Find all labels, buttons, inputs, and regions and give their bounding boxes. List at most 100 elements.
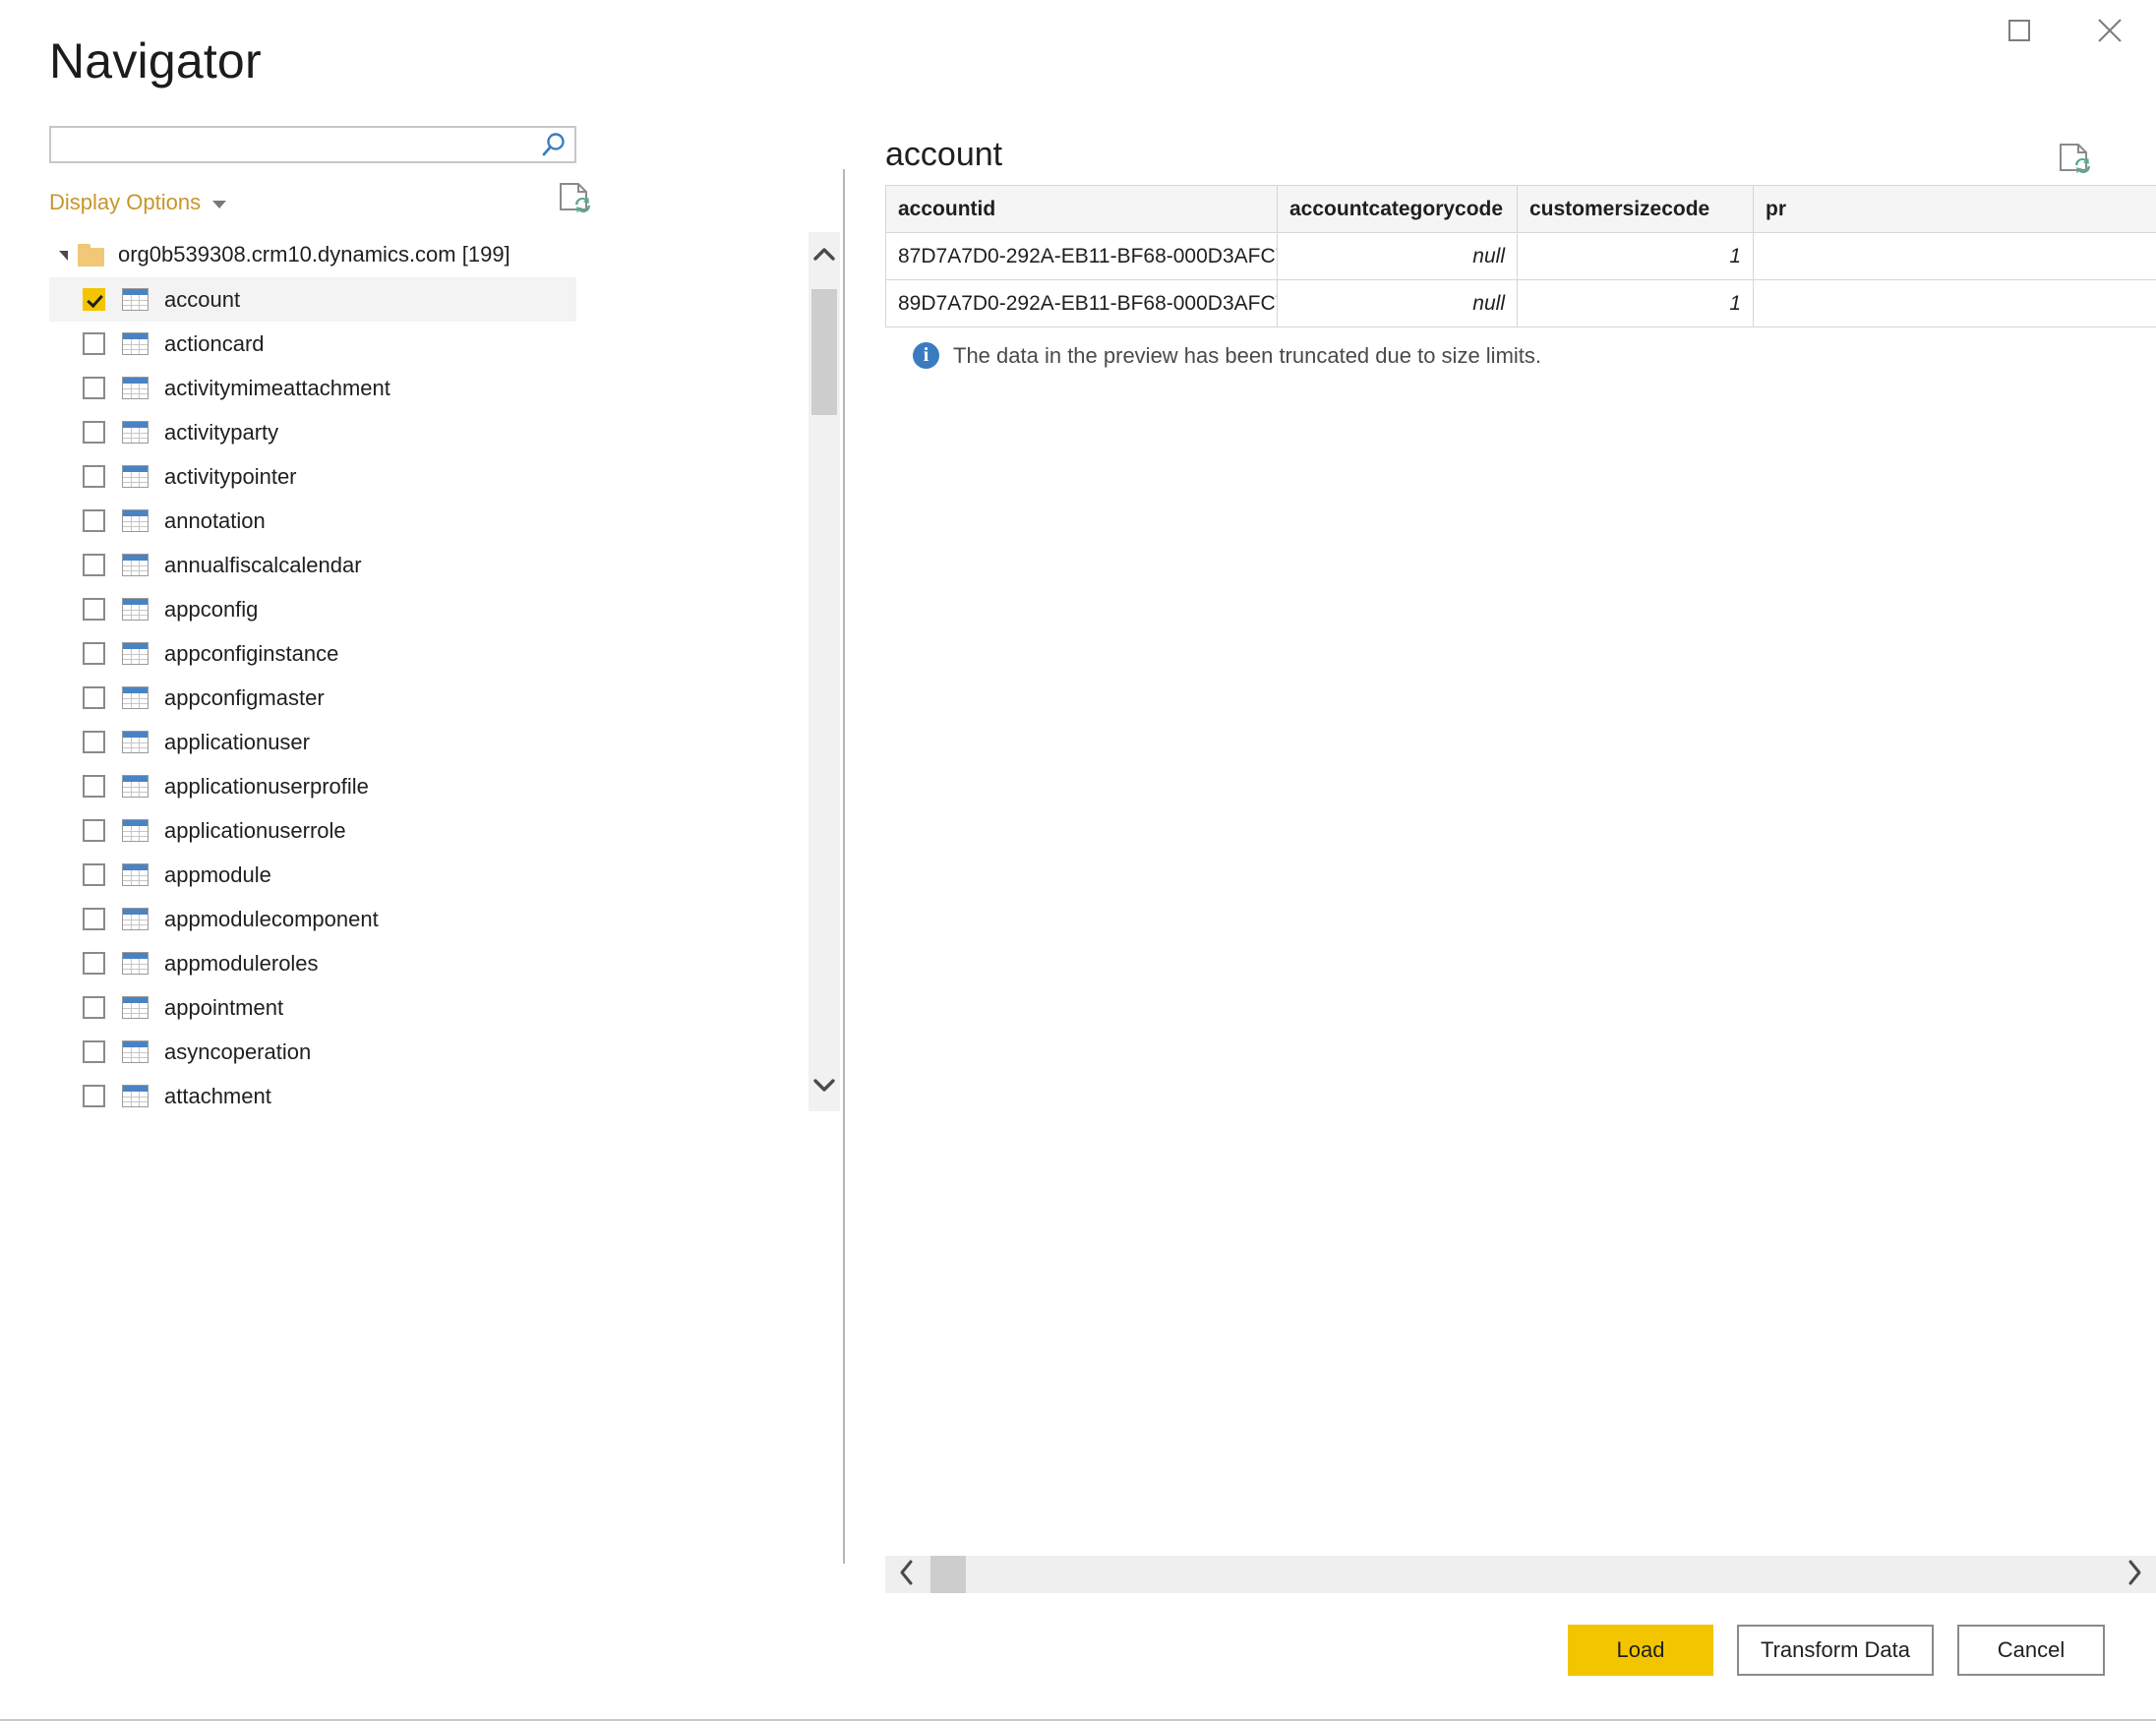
refresh-preview-icon-left[interactable] (553, 179, 596, 222)
checkbox-checked-icon[interactable] (83, 288, 105, 311)
tree-item[interactable]: annualfiscalcalendar (49, 543, 576, 587)
hscrollbar-thumb[interactable] (930, 1556, 966, 1593)
tree-item[interactable]: applicationuser (49, 720, 576, 764)
tree-item[interactable]: appointment (49, 985, 576, 1030)
window-controls (1987, 0, 2142, 61)
tree-item-label: actioncard (164, 330, 265, 356)
footer-button-group: Load Transform Data Cancel (1567, 1625, 2105, 1676)
tree-item-label: appmodulecomponent (164, 906, 379, 931)
column-header-accountid[interactable]: accountid (885, 185, 1278, 233)
cancel-button[interactable]: Cancel (1957, 1625, 2105, 1676)
tree-item[interactable]: applicationuserrole (49, 808, 576, 853)
tree-item[interactable]: activitymimeattachment (49, 366, 576, 410)
checkbox-unchecked-icon[interactable] (83, 421, 105, 444)
tree-item-label: appconfiginstance (164, 640, 339, 666)
search-input[interactable] (51, 128, 535, 161)
checkbox-unchecked-icon[interactable] (83, 952, 105, 975)
chevron-right-icon (2126, 1558, 2143, 1592)
column-header-accountcategorycode[interactable]: accountcategorycode (1277, 185, 1518, 233)
tree-item-label: applicationuserprofile (164, 773, 369, 799)
tree-item[interactable]: activityparty (49, 410, 576, 454)
preview-table-container[interactable]: accountid accountcategorycode customersi… (885, 185, 2156, 328)
column-header-pr-truncated[interactable]: pr (1753, 185, 2156, 233)
table-icon (122, 377, 149, 399)
display-options-button[interactable]: Display Options (49, 190, 227, 215)
checkbox-unchecked-icon[interactable] (83, 1040, 105, 1063)
checkbox-unchecked-icon[interactable] (83, 465, 105, 488)
checkbox-unchecked-icon[interactable] (83, 775, 105, 798)
tree-item[interactable]: account (49, 277, 576, 322)
tree-item[interactable]: appmoduleroles (49, 941, 576, 985)
table-icon (122, 686, 149, 709)
cell-customersizecode: 1 (1517, 232, 1754, 280)
scrollbar-thumb[interactable] (811, 289, 837, 415)
maximize-button[interactable] (1987, 0, 2052, 61)
table-icon (122, 465, 149, 488)
scroll-up-button[interactable] (808, 232, 840, 281)
tree-item-label: appconfig (164, 596, 259, 622)
refresh-preview-icon-right[interactable] (2053, 140, 2096, 183)
scroll-left-button[interactable] (885, 1556, 928, 1593)
table-icon (122, 1085, 149, 1107)
preview-pane: account accountid accountcategorycode cu… (885, 126, 2156, 1593)
search-box[interactable] (49, 126, 576, 163)
checkbox-unchecked-icon[interactable] (83, 332, 105, 355)
column-header-customersizecode[interactable]: customersizecode (1517, 185, 1754, 233)
table-icon (122, 642, 149, 665)
tree-item[interactable]: attachment (49, 1074, 576, 1111)
checkbox-unchecked-icon[interactable] (83, 377, 105, 399)
tree-item[interactable]: asyncoperation (49, 1030, 576, 1074)
tree-vertical-scrollbar[interactable] (808, 232, 840, 1111)
chevron-down-icon (212, 201, 227, 208)
table-icon (122, 288, 149, 311)
tree-item[interactable]: appconfiginstance (49, 631, 576, 676)
checkbox-unchecked-icon[interactable] (83, 996, 105, 1019)
preview-horizontal-scrollbar[interactable] (885, 1556, 2156, 1593)
cell-pr (1753, 232, 2156, 280)
table-row[interactable]: 87D7A7D0-292A-EB11-BF68-000D3AFC74D7null… (885, 232, 2156, 280)
table-icon (122, 863, 149, 886)
table-icon (122, 996, 149, 1019)
tree-item[interactable]: appmodulecomponent (49, 897, 576, 941)
tree-item[interactable]: appmodule (49, 853, 576, 897)
checkbox-unchecked-icon[interactable] (83, 908, 105, 930)
checkbox-unchecked-icon[interactable] (83, 642, 105, 665)
close-button[interactable] (2077, 0, 2142, 61)
transform-data-button[interactable]: Transform Data (1736, 1625, 1934, 1676)
chevron-left-icon (898, 1558, 916, 1592)
folder-icon (78, 243, 104, 267)
table-icon (122, 598, 149, 621)
checkbox-unchecked-icon[interactable] (83, 509, 105, 532)
table-row[interactable]: 89D7A7D0-292A-EB11-BF68-000D3AFC74D7null… (885, 279, 2156, 327)
tree-item[interactable]: annotation (49, 499, 576, 543)
tree-item[interactable]: activitypointer (49, 454, 576, 499)
checkbox-unchecked-icon[interactable] (83, 819, 105, 842)
pane-divider (843, 169, 845, 1564)
checkbox-unchecked-icon[interactable] (83, 863, 105, 886)
cell-pr (1753, 279, 2156, 327)
preview-table-body: 87D7A7D0-292A-EB11-BF68-000D3AFC74D7null… (885, 232, 2156, 327)
close-icon (2095, 16, 2125, 45)
tree-item[interactable]: appconfigmaster (49, 676, 576, 720)
tree-item[interactable]: applicationuserprofile (49, 764, 576, 808)
expand-collapse-triangle-icon[interactable] (59, 251, 68, 261)
checkbox-unchecked-icon[interactable] (83, 554, 105, 576)
tree-root-label: org0b539308.crm10.dynamics.com [199] (118, 242, 510, 267)
tree-item[interactable]: appconfig (49, 587, 576, 631)
table-icon (122, 1040, 149, 1063)
cell-accountid: 89D7A7D0-292A-EB11-BF68-000D3AFC74D7 (885, 279, 1278, 327)
tree-item[interactable]: actioncard (49, 322, 576, 366)
tree-item-label: appointment (164, 994, 284, 1020)
tree-root-node[interactable]: org0b539308.crm10.dynamics.com [199] (49, 232, 576, 277)
scroll-down-button[interactable] (808, 1062, 840, 1111)
checkbox-unchecked-icon[interactable] (83, 598, 105, 621)
table-icon (122, 775, 149, 798)
scroll-right-button[interactable] (2113, 1556, 2156, 1593)
entity-tree[interactable]: org0b539308.crm10.dynamics.com [199] acc… (49, 232, 576, 1111)
chevron-up-icon (812, 247, 836, 267)
checkbox-unchecked-icon[interactable] (83, 686, 105, 709)
checkbox-unchecked-icon[interactable] (83, 731, 105, 753)
checkbox-unchecked-icon[interactable] (83, 1085, 105, 1107)
load-button[interactable]: Load (1567, 1625, 1713, 1676)
search-icon[interactable] (539, 131, 569, 160)
